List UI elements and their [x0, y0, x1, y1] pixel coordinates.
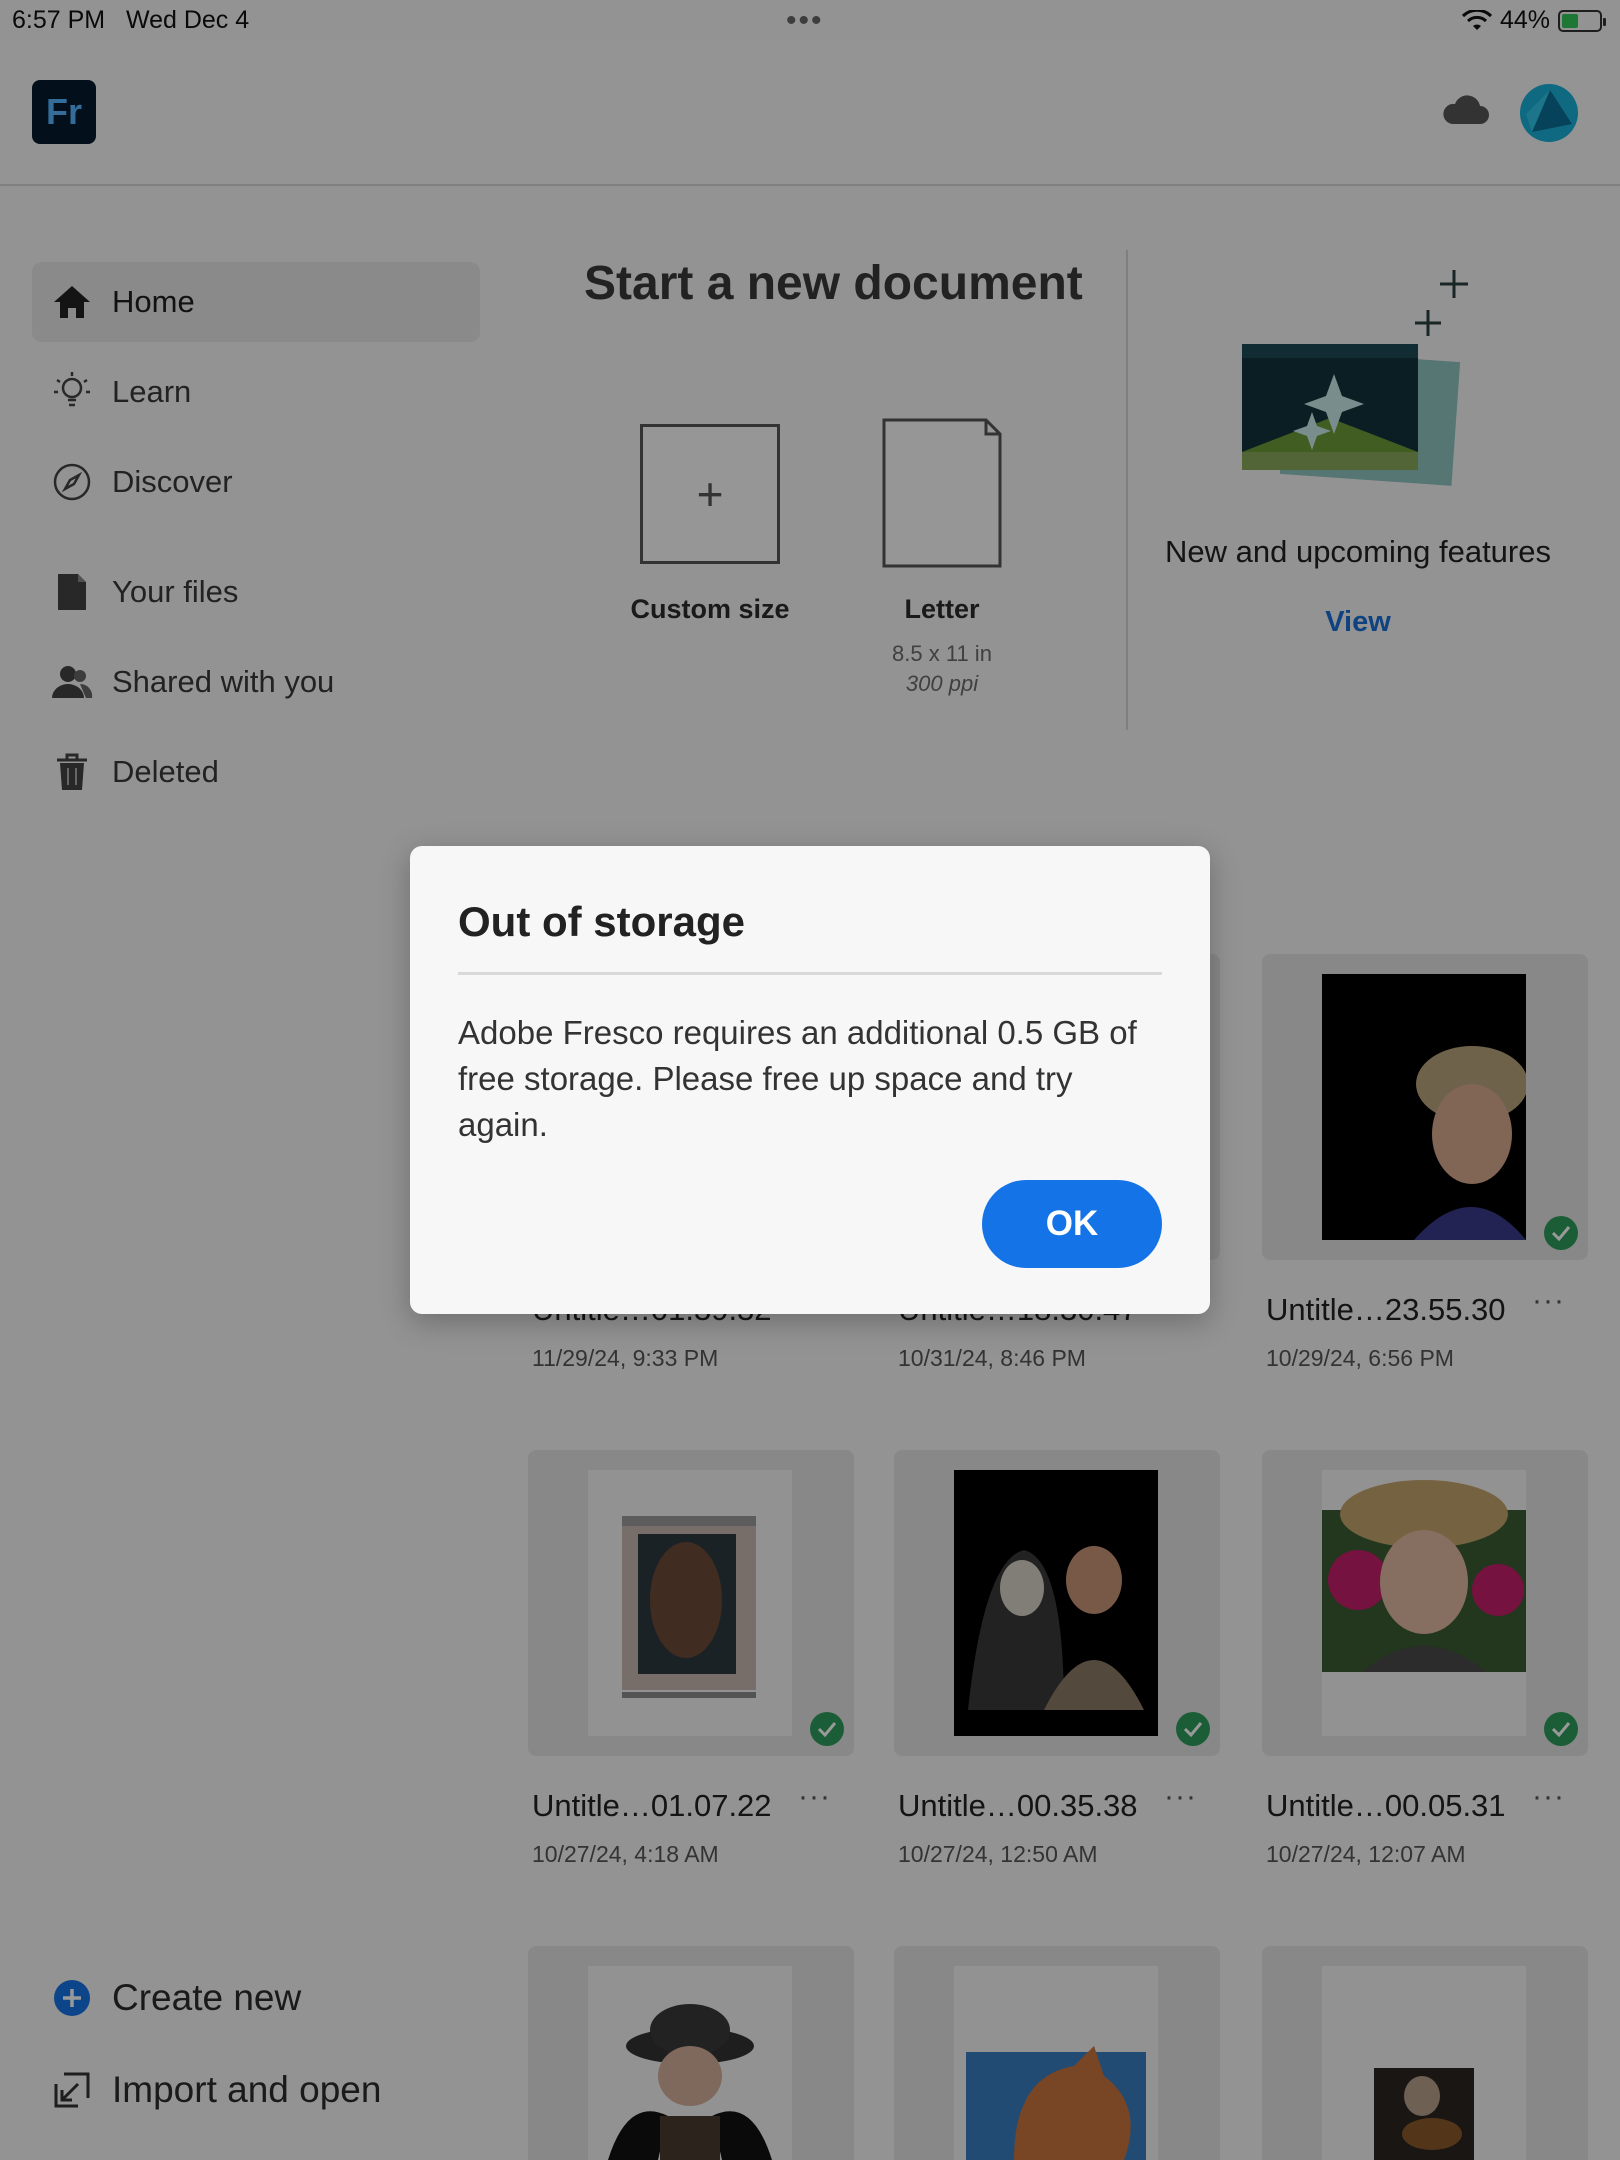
out-of-storage-dialog: Out of storage Adobe Fresco requires an … — [410, 846, 1210, 1314]
dialog-message: Adobe Fresco requires an additional 0.5 … — [458, 1014, 1137, 1143]
ok-button[interactable]: OK — [982, 1180, 1162, 1268]
dialog-title: Out of storage — [458, 898, 746, 945]
dialog-divider — [458, 972, 1162, 975]
